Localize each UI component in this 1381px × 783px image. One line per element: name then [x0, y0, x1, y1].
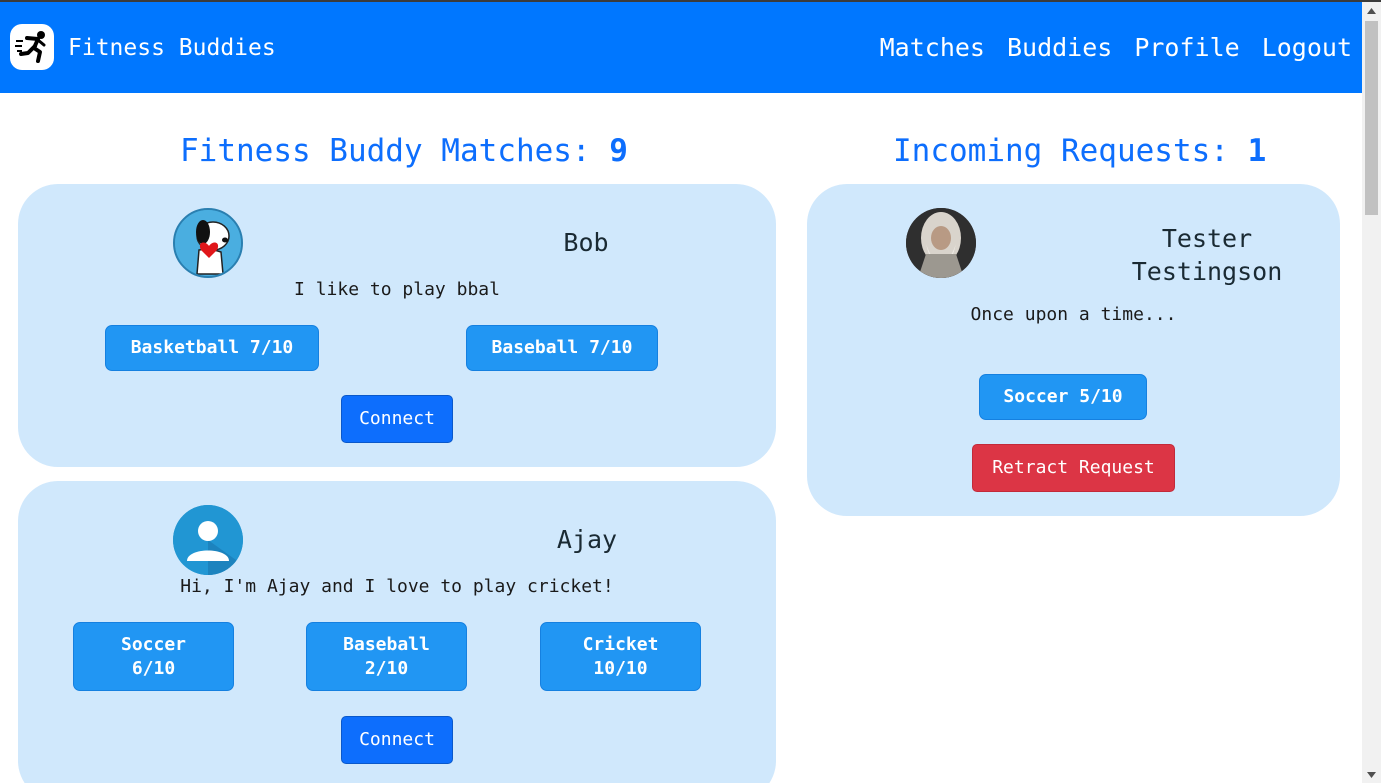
retract-request-button[interactable]: Retract Request	[972, 444, 1175, 492]
sport-badge: Baseball 2/10	[306, 622, 467, 691]
sport-name: Baseball	[343, 633, 430, 655]
match-name: Bob	[563, 228, 609, 257]
avatar	[906, 208, 976, 278]
nav-matches[interactable]: Matches	[880, 32, 985, 64]
scroll-up-icon[interactable]	[1362, 2, 1381, 19]
sport-name: Cricket	[582, 633, 659, 655]
sport-name: Soccer	[120, 633, 187, 655]
sport-rating: 2/10	[364, 657, 409, 679]
requests-title: Incoming Requests: 1	[893, 132, 1266, 170]
nav-profile[interactable]: Profile	[1134, 32, 1239, 64]
wizard-avatar-icon	[906, 208, 976, 278]
request-name-line2: Testingson	[1131, 257, 1283, 286]
match-card: Bob I like to play bbal Basketball 7/10 …	[18, 184, 776, 467]
sport-badge: Cricket 10/10	[540, 622, 701, 691]
matches-title: Fitness Buddy Matches: 9	[180, 132, 628, 170]
matches-title-label: Fitness Buddy Matches:	[180, 133, 591, 169]
request-bio: Once upon a time...	[970, 304, 1177, 325]
nav-logout[interactable]: Logout	[1262, 32, 1352, 64]
request-name-line1: Tester	[1161, 224, 1253, 253]
sport-badge: Baseball 7/10	[466, 325, 658, 371]
avatar	[173, 505, 243, 575]
match-bio: Hi, I'm Ajay and I love to play cricket!	[180, 576, 614, 597]
sport-rating: 6/10	[131, 657, 176, 679]
connect-button[interactable]: Connect	[341, 716, 453, 764]
sport-badge: Soccer 5/10	[979, 374, 1147, 420]
matches-count: 9	[609, 133, 628, 169]
app-logo[interactable]	[10, 24, 54, 70]
page-scrollbar[interactable]	[1362, 2, 1381, 783]
nav-links: Matches Buddies Profile Logout	[880, 32, 1352, 64]
avatar	[173, 208, 243, 278]
connect-button[interactable]: Connect	[341, 395, 453, 443]
requests-title-label: Incoming Requests:	[893, 133, 1229, 169]
sport-badge: Basketball 7/10	[105, 325, 319, 371]
sport-badge: Soccer 6/10	[73, 622, 234, 691]
user-avatar-icon	[173, 505, 243, 575]
match-name: Ajay	[556, 525, 618, 554]
requests-count: 1	[1247, 133, 1267, 169]
match-card: Ajay Hi, I'm Ajay and I love to play cri…	[18, 481, 776, 783]
scroll-down-icon[interactable]	[1362, 766, 1381, 783]
nav-buddies[interactable]: Buddies	[1007, 32, 1112, 64]
sport-rating: 10/10	[593, 657, 648, 679]
request-card: Tester Testingson Once upon a time... So…	[807, 184, 1340, 516]
scrollbar-thumb[interactable]	[1365, 21, 1378, 215]
navbar: Fitness Buddies Matches Buddies Profile …	[0, 2, 1362, 93]
app-title[interactable]: Fitness Buddies	[68, 34, 276, 62]
snoopy-avatar-icon	[175, 210, 241, 276]
match-bio: I like to play bbal	[294, 279, 500, 300]
running-person-icon	[15, 31, 46, 63]
